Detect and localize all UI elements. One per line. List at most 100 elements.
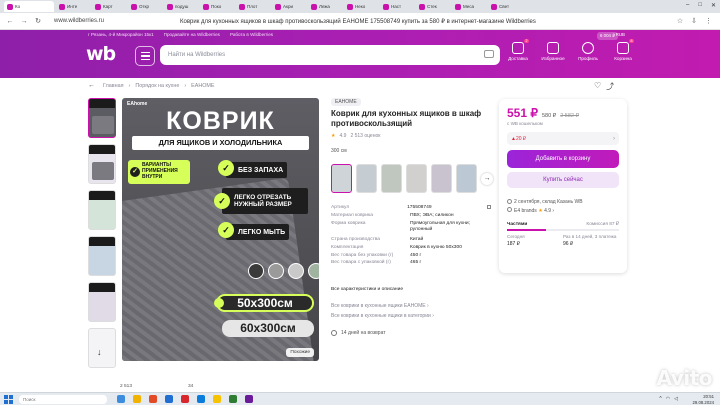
currency-selector[interactable]: RUB <box>616 32 625 37</box>
url-field[interactable]: www.wildberries.ru <box>54 18 104 24</box>
breadcrumb-home[interactable]: Главная <box>103 83 124 89</box>
browser-tab[interactable]: Поко <box>200 1 234 12</box>
check-icon: ✓ <box>130 167 140 177</box>
app-icon[interactable] <box>213 395 221 403</box>
breadcrumb-category[interactable]: Порядок на кухне <box>135 83 179 89</box>
browser-tab[interactable]: Меса <box>452 1 486 12</box>
copy-icon[interactable] <box>487 205 491 209</box>
location-link[interactable]: г Рязань, 4-й Микрорайон 15к1 <box>88 32 154 37</box>
clock[interactable]: 20:51 29.08.2024 <box>692 393 714 405</box>
tab-label: Неко <box>355 4 366 9</box>
taskbar: Поиск ^ ◠ ◁ 20:51 29.08.2024 <box>0 392 720 405</box>
browser-tab[interactable]: Свет <box>488 1 522 12</box>
reviews-count[interactable]: 2 513 оценок <box>350 133 380 139</box>
tab-favicon-icon <box>419 3 425 10</box>
header-delivery-link[interactable]: 2 Доставка <box>505 39 531 61</box>
header-heart-link[interactable]: Избранное <box>540 42 566 61</box>
variant-thumb[interactable] <box>331 164 352 193</box>
file-explorer-icon[interactable] <box>117 395 125 403</box>
variant-thumb[interactable] <box>356 164 377 193</box>
browser-tab[interactable]: Карт <box>92 1 126 12</box>
browser-app-icon[interactable] <box>149 395 157 403</box>
similar-button[interactable]: Похожие <box>286 348 314 357</box>
camera-search-icon[interactable] <box>484 50 494 58</box>
sell-link[interactable]: Продавайте на Wildberries <box>164 32 220 37</box>
add-to-cart-button[interactable]: Добавить в корзину <box>507 150 619 168</box>
back-arrow-icon[interactable]: ← <box>6 18 14 25</box>
clock-icon <box>507 198 512 204</box>
header-top-line: г Рязань, 4-й Микрорайон 15к1 Продавайте… <box>88 32 273 37</box>
chevron-up-icon[interactable]: ^ <box>659 396 661 402</box>
back-arrow-icon[interactable]: ← <box>88 82 95 89</box>
thumbnail-6[interactable]: ↓ <box>88 328 116 368</box>
close-window-button[interactable]: ✕ <box>711 2 716 9</box>
volume-icon[interactable]: ◁ <box>674 396 678 402</box>
tab-label: Свет <box>499 4 510 9</box>
windows-start-icon[interactable] <box>4 394 13 404</box>
category-link[interactable]: Все коврики в кухонные ящики в категории… <box>331 312 434 322</box>
thumbnail-3[interactable] <box>88 190 116 230</box>
burger-menu-button[interactable] <box>135 46 155 66</box>
folder-icon[interactable] <box>133 395 141 403</box>
maximize-button[interactable]: □ <box>698 2 702 9</box>
check-icon: ✓ <box>218 160 234 176</box>
product-info: EAHOME Коврик для кухонных ящиков в шкаф… <box>331 98 491 154</box>
scroll-down-icon[interactable]: ↓ <box>97 347 102 357</box>
feature-easy-cut: ✓ ЛЕГКО ОТРЕЗАТЬ НУЖНЫЙ РАЗМЕР <box>214 188 308 214</box>
buy-now-button[interactable]: Купить сейчас <box>507 172 619 188</box>
spec-key: Материал коврика <box>331 212 373 218</box>
browser-actions: ☆ ⇩ ⋮ <box>677 17 712 25</box>
variant-thumb[interactable] <box>406 164 427 193</box>
wifi-icon[interactable]: ◠ <box>666 396 670 402</box>
gallery-next-arrow-icon[interactable]: → <box>481 172 493 185</box>
spec-value[interactable]: 175508749 <box>407 205 485 211</box>
wb-logo[interactable]: wb <box>86 43 116 65</box>
brand-link[interactable]: Все коврики в кухонные ящики EAHOME › <box>331 302 434 312</box>
tab-favicon-icon <box>203 3 209 10</box>
yandex-icon[interactable] <box>181 395 189 403</box>
share-icon[interactable]: ⤴ <box>606 81 614 92</box>
reload-icon[interactable]: ↻ <box>34 17 42 25</box>
discount-row[interactable]: ▲20 ₽ › <box>507 132 619 145</box>
work-link[interactable]: Работа в Wildberries <box>230 32 273 37</box>
all-specs-link[interactable]: Все характеристики и описание <box>331 287 491 293</box>
product-title: Коврик для кухонных ящиков в шкаф против… <box>331 109 482 128</box>
bookmark-star-icon[interactable]: ☆ <box>677 17 683 25</box>
browser-tab[interactable]: Плот <box>236 1 270 12</box>
telegram-icon[interactable] <box>197 395 205 403</box>
brand-chip[interactable]: EAHOME <box>331 98 361 106</box>
app-icon[interactable] <box>245 395 253 403</box>
browser-tab[interactable]: Лежа <box>308 1 342 12</box>
installments-label[interactable]: Частями <box>507 222 527 227</box>
spec-value: ПВХ; ЭВА; силикон <box>410 212 454 218</box>
browser-tab[interactable]: Инте <box>56 1 90 12</box>
browser-tab[interactable]: Акри <box>272 1 306 12</box>
minimize-button[interactable]: – <box>686 2 689 9</box>
breadcrumb-brand[interactable]: EAHOME <box>191 83 214 89</box>
browser-tab[interactable]: подуш <box>164 1 198 12</box>
variant-thumb[interactable] <box>431 164 452 193</box>
search-input[interactable]: Найти на Wildberries <box>160 45 500 65</box>
download-icon[interactable]: ⇩ <box>691 17 697 25</box>
header-cart-link[interactable]: 8 Корзина <box>610 39 636 61</box>
taskbar-search[interactable]: Поиск <box>19 394 107 404</box>
seller-row[interactable]: E4 brands ★ 4.9 › <box>507 207 619 216</box>
header-user-link[interactable]: Профиль <box>575 42 601 61</box>
thumbnail-2[interactable] <box>88 144 116 184</box>
browser-tab[interactable]: Ко <box>4 1 54 12</box>
thumbnail-1[interactable] <box>88 98 116 138</box>
app-icon[interactable] <box>229 395 237 403</box>
store-icon[interactable] <box>165 395 173 403</box>
browser-tab[interactable]: Неко <box>344 1 378 12</box>
thumbnail-5[interactable] <box>88 282 116 322</box>
browser-tab[interactable]: Откр <box>128 1 162 12</box>
variant-thumb[interactable] <box>456 164 477 193</box>
browser-tab[interactable]: Наст <box>380 1 414 12</box>
menu-dots-icon[interactable]: ⋮ <box>705 17 712 25</box>
thumbnail-4[interactable] <box>88 236 116 276</box>
browser-tab[interactable]: Стек <box>416 1 450 12</box>
main-product-image[interactable]: EAhome КОВРИК ДЛЯ ЯЩИКОВ И ХОЛОДИЛЬНИКА … <box>122 98 319 361</box>
favorite-heart-icon[interactable]: ♡ <box>594 81 601 92</box>
forward-arrow-icon[interactable]: → <box>20 18 28 25</box>
variant-thumb[interactable] <box>381 164 402 193</box>
